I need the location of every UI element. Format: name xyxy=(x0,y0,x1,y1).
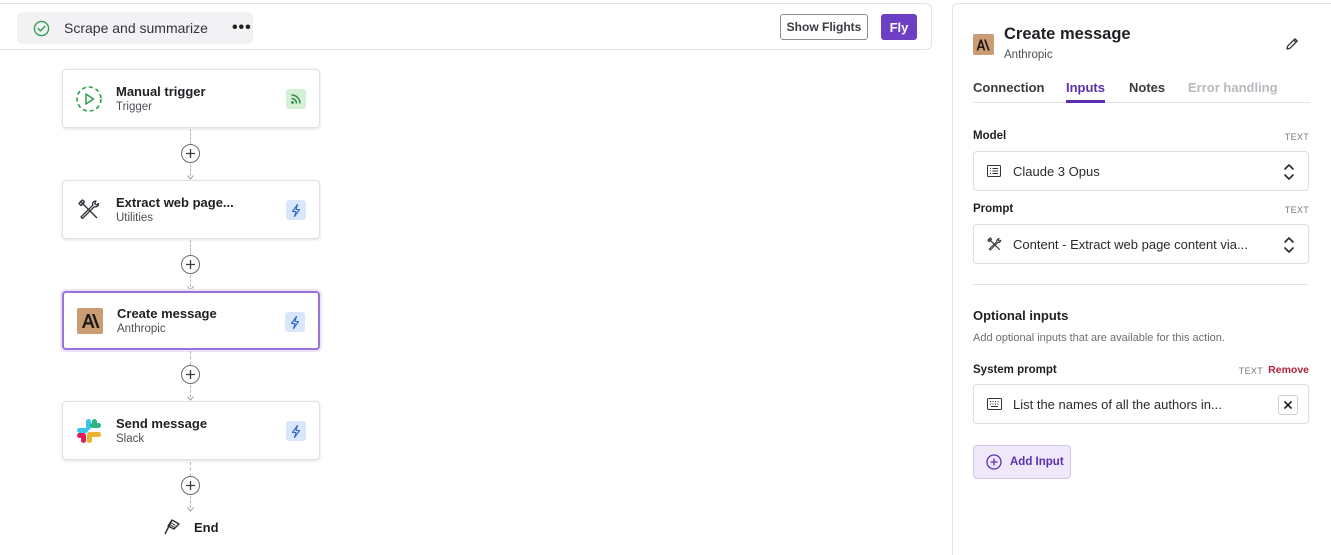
step-details-panel: Create message Anthropic Connection Inpu… xyxy=(952,3,1331,555)
check-circle-icon xyxy=(33,20,50,36)
keyboard-icon xyxy=(985,395,1003,413)
optional-inputs-title: Optional inputs xyxy=(973,308,1069,323)
prompt-value: Content - Extract web page content via..… xyxy=(1013,236,1248,252)
model-value: Claude 3 Opus xyxy=(1013,163,1100,179)
tools-icon xyxy=(75,196,103,224)
show-flights-button[interactable]: Show Flights xyxy=(780,14,868,40)
model-type-tag: TEXT xyxy=(1284,132,1309,142)
close-icon xyxy=(1283,400,1293,410)
add-step-button[interactable] xyxy=(181,255,200,274)
tab-connection[interactable]: Connection xyxy=(973,80,1045,103)
prompt-type-tag: TEXT xyxy=(1284,205,1309,215)
prompt-select[interactable]: Content - Extract web page content via..… xyxy=(973,224,1309,264)
node-title: Send message xyxy=(116,416,208,431)
add-step-button[interactable] xyxy=(181,365,200,384)
tab-error-handling: Error handling xyxy=(1188,80,1278,95)
flag-icon xyxy=(164,519,180,535)
bolt-icon xyxy=(286,421,306,441)
node-manual-trigger[interactable]: Manual trigger Trigger xyxy=(62,69,320,128)
arrow-down-icon xyxy=(187,507,194,512)
add-step-button[interactable] xyxy=(181,144,200,163)
plus-icon xyxy=(186,481,195,490)
node-create-message[interactable]: Create message Anthropic xyxy=(62,291,320,350)
slack-logo-icon xyxy=(75,417,103,445)
node-extract-web-page[interactable]: Extract web page... Utilities xyxy=(62,180,320,239)
section-divider xyxy=(973,284,1309,285)
model-label: Model xyxy=(973,130,1007,142)
remove-system-prompt-link[interactable]: Remove xyxy=(1268,364,1309,376)
node-subtitle: Trigger xyxy=(116,101,152,113)
connector-line xyxy=(190,351,191,365)
node-subtitle: Slack xyxy=(116,433,145,445)
system-prompt-label: System prompt xyxy=(973,364,1057,376)
list-icon xyxy=(985,162,1003,180)
panel-subtitle: Anthropic xyxy=(1004,49,1053,61)
plus-icon xyxy=(186,260,195,269)
optional-inputs-description: Add optional inputs that are available f… xyxy=(973,332,1225,344)
chevron-up-down-icon xyxy=(1284,164,1294,180)
plus-circle-icon xyxy=(986,454,1002,470)
bolt-icon xyxy=(285,312,305,332)
anthropic-logo-icon xyxy=(76,307,104,335)
pencil-icon[interactable] xyxy=(1284,36,1300,52)
more-options-icon[interactable]: ••• xyxy=(232,19,252,37)
system-prompt-type-tag: TEXT xyxy=(1238,366,1263,376)
system-prompt-value: List the names of all the authors in... xyxy=(1013,396,1222,412)
connector-line xyxy=(190,462,191,476)
connector-line xyxy=(190,129,191,144)
add-input-label: Add Input xyxy=(1010,456,1064,468)
play-trigger-icon xyxy=(75,85,103,113)
add-step-button[interactable] xyxy=(181,476,200,495)
node-title: Manual trigger xyxy=(116,84,206,99)
flow-toolbar: Scrape and summarize ••• Show Flights Fl… xyxy=(0,3,932,50)
bolt-icon xyxy=(286,200,306,220)
node-subtitle: Anthropic xyxy=(117,323,166,335)
tools-icon xyxy=(985,235,1003,253)
node-subtitle: Utilities xyxy=(116,212,154,224)
tab-notes[interactable]: Notes xyxy=(1129,80,1165,103)
tab-inputs[interactable]: Inputs xyxy=(1066,80,1105,103)
clear-button[interactable] xyxy=(1278,395,1298,415)
end-label: End xyxy=(194,519,219,535)
fly-button[interactable]: Fly xyxy=(881,14,917,40)
node-send-message[interactable]: Send message Slack xyxy=(62,401,320,460)
chevron-up-down-icon xyxy=(1284,237,1294,253)
plus-icon xyxy=(186,370,195,379)
flow-name-pill[interactable]: Scrape and summarize ••• xyxy=(17,12,253,44)
flow-end: End xyxy=(162,517,219,537)
panel-title: Create message xyxy=(1004,25,1131,43)
plus-icon xyxy=(186,149,195,158)
panel-tabs: Connection Inputs Notes Error handling xyxy=(973,80,1310,103)
prompt-label: Prompt xyxy=(973,203,1014,215)
flow-name: Scrape and summarize xyxy=(64,20,208,36)
rss-icon xyxy=(286,89,306,109)
add-input-button[interactable]: Add Input xyxy=(973,445,1071,479)
node-title: Extract web page... xyxy=(116,195,234,210)
flow-canvas[interactable]: Scrape and summarize ••• Show Flights Fl… xyxy=(0,0,940,555)
connector-line xyxy=(190,240,191,255)
system-prompt-input[interactable]: List the names of all the authors in... xyxy=(973,384,1309,424)
node-title: Create message xyxy=(117,306,217,321)
anthropic-logo-icon xyxy=(973,34,994,55)
model-select[interactable]: Claude 3 Opus xyxy=(973,151,1309,191)
